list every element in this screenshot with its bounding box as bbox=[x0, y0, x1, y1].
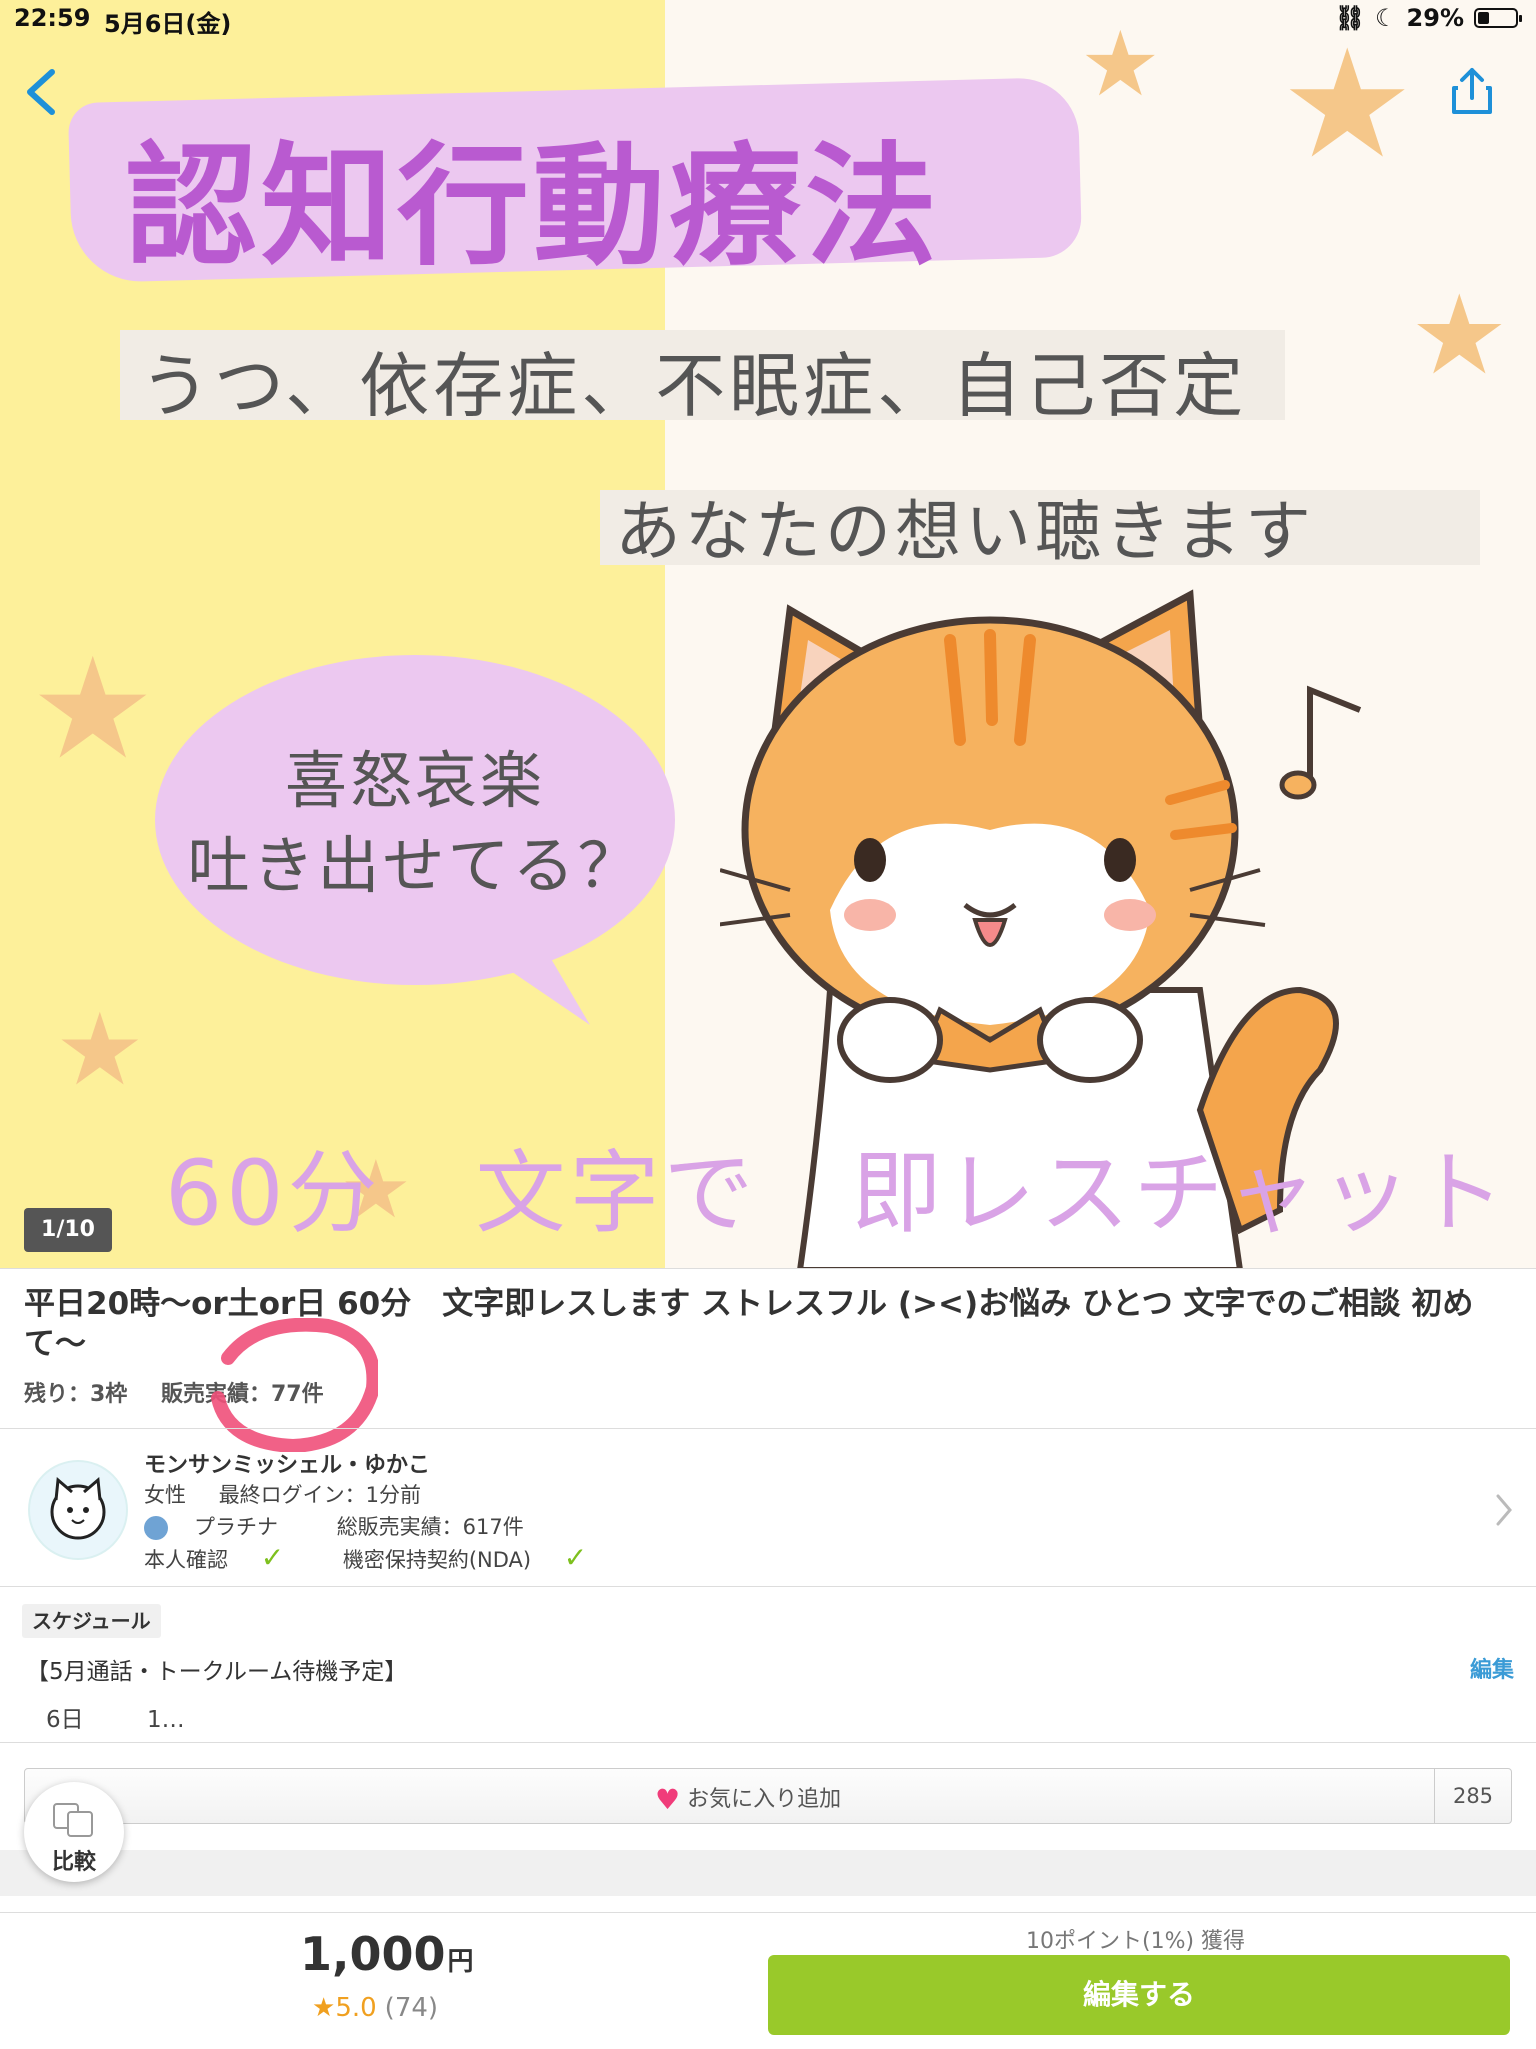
hero-bottom-text: 60分 文字で 即レスチャット bbox=[165, 1141, 1509, 1246]
schedule-day: 6日 bbox=[46, 1707, 84, 1733]
heart-icon: ♥ bbox=[655, 1783, 681, 1816]
battery-percent: 29% bbox=[1406, 4, 1464, 32]
star-decoration: ★ bbox=[1280, 18, 1415, 192]
schedule-edit-link[interactable]: 編集 bbox=[1470, 1652, 1514, 1684]
favorite-button[interactable]: ♥ お気に入り追加 285 bbox=[24, 1768, 1512, 1824]
star-icon: ★ bbox=[312, 1993, 336, 2023]
nda-label: 機密保持契約(NDA) bbox=[342, 1548, 532, 1572]
status-right: ⛓ ☾ 29% bbox=[1334, 4, 1522, 32]
favorite-label-wrap: ♥ お気に入り追加 bbox=[655, 1781, 841, 1816]
hero-image[interactable]: ★ ★ ★ ★ ★ ★ 認知行動療法 うつ、依存症、不眠症、自己否定 あなたの想… bbox=[0, 0, 1536, 1268]
status-bar: 22:59 5月6日(金) ⛓ ☾ 29% bbox=[0, 0, 1536, 40]
schedule-tag: スケジュール bbox=[22, 1604, 161, 1638]
rating-count: (74) bbox=[384, 1993, 439, 2023]
seller-gender: 女性 bbox=[144, 1483, 186, 1507]
points-earned: 10ポイント(1%) 獲得 bbox=[1026, 1929, 1246, 1954]
purchase-bar: 1,000円 ★5.0 (74) 10ポイント(1%) 獲得 編集する bbox=[0, 1912, 1536, 2049]
star-decoration: ★ bbox=[55, 991, 145, 1108]
share-icon[interactable] bbox=[1450, 66, 1494, 116]
check-icon: ✓ bbox=[563, 1541, 588, 1574]
star-decoration: ★ bbox=[1410, 271, 1509, 399]
link-icon: ⛓ bbox=[1334, 4, 1366, 32]
seller-info-1: 女性 最終ログイン：1分前 bbox=[144, 1479, 447, 1509]
price: 1,000円 bbox=[300, 1927, 474, 1981]
star-decoration: ★ bbox=[30, 628, 156, 791]
battery-icon bbox=[1474, 8, 1522, 28]
favorite-label: お気に入り追加 bbox=[687, 1787, 842, 1812]
schedule-value: 1… bbox=[146, 1707, 185, 1733]
divider bbox=[0, 1428, 1536, 1429]
moon-icon: ☾ bbox=[1375, 4, 1397, 32]
seller-name: モンサンミッシェル・ゆかこ bbox=[144, 1453, 431, 1478]
hero-subtitle: うつ、依存症、不眠症、自己否定 bbox=[140, 345, 1248, 427]
seller-info-3: 本人確認 ✓ 機密保持契約(NDA) ✓ bbox=[144, 1541, 639, 1574]
price-value: 1,000 bbox=[300, 1927, 446, 1981]
seller-info-2: プラチナ 総販売実績：617件 bbox=[144, 1511, 550, 1541]
status-date: 5月6日(金) bbox=[104, 10, 232, 38]
compare-button[interactable]: 比較 bbox=[24, 1782, 124, 1882]
seller-avatar bbox=[28, 1460, 128, 1560]
check-icon: ✓ bbox=[260, 1541, 285, 1574]
schedule-title: 【5月通話・トークルーム待機予定】 bbox=[26, 1659, 408, 1685]
seller-total-sales: 総販売実績：617件 bbox=[336, 1515, 524, 1539]
chevron-right-icon[interactable] bbox=[1492, 1490, 1516, 1530]
red-circle-annotation bbox=[211, 1318, 378, 1452]
platinum-rank-icon bbox=[144, 1516, 168, 1540]
image-page-indicator: 1/10 bbox=[24, 1208, 112, 1252]
divider bbox=[0, 1742, 1536, 1743]
divider bbox=[0, 1586, 1536, 1587]
section-separator bbox=[0, 1850, 1536, 1896]
compare-label: 比較 bbox=[51, 1850, 96, 1875]
status-time: 22:59 bbox=[14, 4, 91, 32]
seller-last-login: 最終ログイン：1分前 bbox=[218, 1483, 422, 1507]
compare-icon bbox=[53, 1803, 93, 1837]
price-unit: 円 bbox=[447, 1947, 474, 1977]
favorite-count: 285 bbox=[1434, 1769, 1511, 1823]
rating-value: 5.0 bbox=[335, 1993, 377, 2023]
divider bbox=[0, 1268, 1536, 1269]
remaining-slots: 残り：3枠 bbox=[24, 1382, 128, 1407]
hero-title: 認知行動療法 bbox=[125, 130, 941, 284]
back-chevron-icon[interactable] bbox=[20, 66, 64, 118]
bubble-line-1: 喜怒哀楽 bbox=[284, 744, 545, 817]
schedule-row: 6日 1… bbox=[46, 1700, 241, 1734]
bubble-line-2: 吐き出せてる？ bbox=[187, 829, 643, 902]
rating: ★5.0 (74) bbox=[312, 1993, 438, 2023]
seller-rank: プラチナ bbox=[194, 1515, 278, 1539]
hero-subtitle2: あなたの想い聴きます bbox=[615, 493, 1315, 570]
identity-verified: 本人確認 bbox=[144, 1548, 228, 1572]
edit-button[interactable]: 編集する bbox=[768, 1955, 1510, 2035]
